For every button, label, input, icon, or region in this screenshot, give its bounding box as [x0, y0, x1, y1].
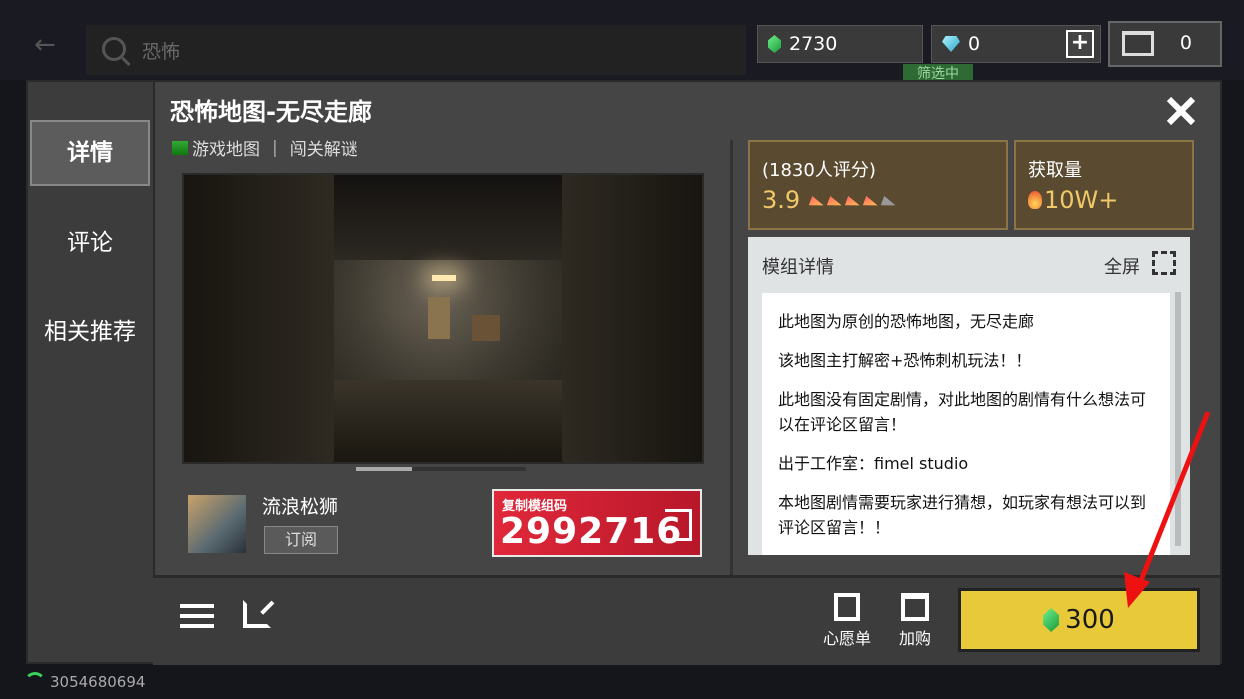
carousel-pager[interactable]: [356, 467, 526, 471]
preview-wall-right: [562, 175, 702, 462]
rating-pick-empty-icon: [881, 196, 898, 210]
tag-separator: |: [272, 137, 278, 158]
description-body[interactable]: 此地图为原创的恐怖地图，无尽走廊 该地图主打解密+恐怖刺机玩法！！ 此地图没有固…: [762, 293, 1170, 555]
menu-icon[interactable]: [180, 604, 214, 630]
rating-row: 3.9: [762, 186, 896, 214]
description-paragraph: 此地图为原创的恐怖地图，无尽走廊: [778, 312, 1035, 331]
expand-icon[interactable]: [1152, 251, 1176, 275]
rating-pick-icon: [863, 196, 880, 210]
downloads-row: 10W+: [1028, 186, 1118, 214]
description-scrollbar[interactable]: [1175, 292, 1181, 546]
preview-wall-left: [184, 175, 334, 462]
preview-lamp: [432, 275, 456, 281]
sidebar: 详情 评论 相关推荐: [28, 82, 155, 662]
author-name[interactable]: 流浪松狮: [262, 492, 338, 519]
emerald-icon: [768, 35, 781, 53]
back-arrow-icon[interactable]: ←: [34, 30, 56, 60]
rating-value: 3.9: [762, 186, 801, 214]
cart-count: 0: [1179, 32, 1192, 54]
emerald-icon: [1043, 608, 1060, 632]
pager-active: [356, 467, 412, 471]
filter-badge[interactable]: 筛选中: [903, 64, 973, 80]
mod-code: 2992716: [500, 511, 683, 552]
tab-comments[interactable]: 评论: [30, 212, 150, 274]
downloads-value: 10W+: [1044, 186, 1119, 214]
copy-icon: [665, 509, 692, 541]
detail-dialog: 详情 评论 相关推荐 恐怖地图-无尽走廊 游戏地图 | 闯关解谜 流浪松狮 订阅…: [26, 80, 1222, 665]
copy-code-card[interactable]: 复制模组码 2992716: [492, 489, 702, 557]
price: 300: [1065, 605, 1115, 635]
rating-card: (1830人评分) 3.9: [748, 140, 1008, 230]
description-paragraph: 出于工作室：fimel studio: [778, 454, 969, 473]
rating-pick-icon: [809, 196, 826, 210]
tab-related[interactable]: 相关推荐: [30, 301, 150, 363]
description-paragraph: 该地图主打解密+恐怖刺机玩法！！: [778, 351, 1032, 370]
divider: [730, 140, 733, 576]
rating-pick-icon: [845, 196, 862, 210]
wishlist-label: 心愿单: [822, 629, 871, 648]
tab-details[interactable]: 详情: [30, 120, 150, 186]
description-paragraph: 此地图没有固定剧情，对此地图的剧情有什么想法可以在评论区留言！: [778, 390, 1147, 434]
user-id: 3054680694: [50, 673, 146, 691]
tag-genre[interactable]: 闯关解谜: [290, 135, 358, 160]
bottom-bar: 心愿单 加购 300: [153, 575, 1220, 665]
buy-button[interactable]: 300: [958, 588, 1200, 652]
cart-icon: [1122, 31, 1154, 56]
tag-category[interactable]: 游戏地图: [192, 135, 260, 160]
add-cart-icon: [901, 593, 929, 621]
search-input[interactable]: 恐怖: [142, 37, 180, 64]
cart-button[interactable]: 0: [1108, 21, 1222, 67]
diamond-icon: [942, 36, 960, 52]
rating-stars: [806, 186, 896, 214]
emerald-balance: 2730: [757, 25, 923, 63]
close-icon[interactable]: [1166, 96, 1196, 126]
downloads-card: 获取量 10W+: [1014, 140, 1194, 230]
page-title: 恐怖地图-无尽走廊: [170, 98, 372, 126]
rating-label: (1830人评分): [762, 160, 876, 181]
emerald-count: 2730: [789, 33, 838, 55]
search-bar[interactable]: 恐怖: [86, 25, 746, 75]
search-icon: [102, 37, 126, 61]
rating-pick-icon: [827, 196, 844, 210]
flame-icon: [1028, 191, 1042, 209]
map-icon: [172, 140, 188, 155]
preview-chair: [428, 297, 450, 339]
add-currency-button[interactable]: +: [1066, 30, 1094, 58]
share-icon[interactable]: [243, 600, 271, 628]
add-cart-label: 加购: [898, 629, 931, 648]
description-paragraph: 本地图剧情需要玩家进行猜想，如玩家有想法可以到评论区留言！！: [778, 493, 1147, 537]
subscribe-button[interactable]: 订阅: [264, 526, 338, 554]
preview-table: [472, 315, 500, 341]
author-avatar[interactable]: [188, 495, 246, 553]
diamond-count: 0: [968, 33, 981, 55]
subscribe-label: 订阅: [284, 530, 317, 549]
wifi-icon: [24, 672, 46, 686]
add-to-cart-button[interactable]: 加购: [895, 593, 935, 649]
fullscreen-button[interactable]: 全屏: [1104, 253, 1140, 279]
preview-image[interactable]: [182, 173, 704, 464]
tag-row: 游戏地图 | 闯关解谜: [172, 135, 358, 160]
downloads-label: 获取量: [1028, 160, 1082, 181]
wishlist-button[interactable]: 心愿单: [819, 593, 875, 649]
description-panel: 模组详情 全屏 此地图为原创的恐怖地图，无尽走廊 该地图主打解密+恐怖刺机玩法！…: [748, 237, 1190, 555]
description-heading: 模组详情: [762, 257, 834, 278]
wishlist-icon: [834, 593, 860, 621]
